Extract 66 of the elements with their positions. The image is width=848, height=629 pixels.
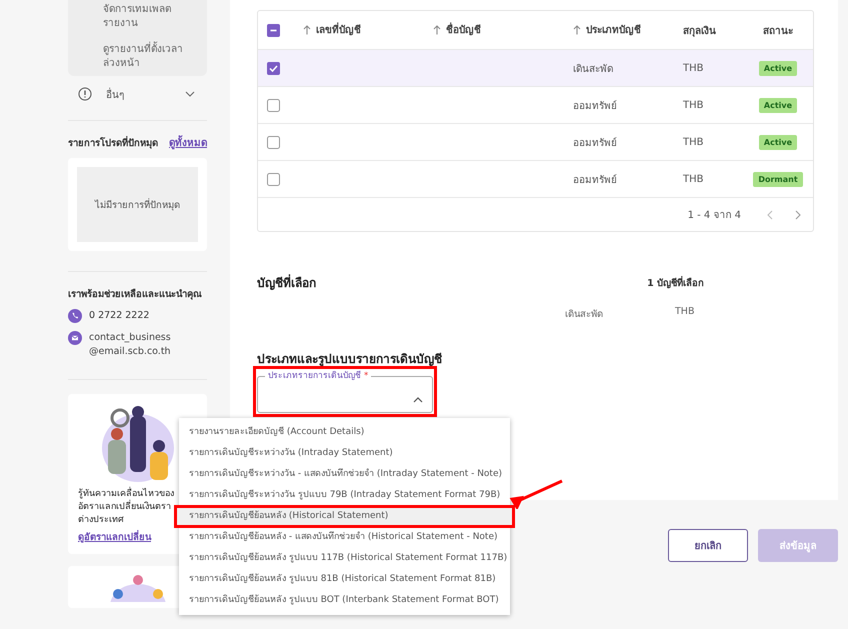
table-cell: THB — [683, 174, 704, 184]
chevron-left-icon — [767, 210, 773, 220]
dropdown-option[interactable]: รายการเดินบัญชีระหว่างวัน รูปแบบ 79B (Intraday Statement Format 79B) — [179, 485, 510, 506]
status-badge: Active — [758, 98, 798, 112]
table-row[interactable]: ออมทรัพย์ THB Active — [258, 87, 813, 124]
dropdown-option[interactable]: รายการเดินบัญชีย้อนหลัง รูปแบบ BOT (Interbank Statement Format BOT) — [179, 590, 510, 611]
menu-item[interactable]: จัดการเทมเพลตรายงาน — [103, 3, 188, 31]
status-badge: Active — [758, 134, 798, 150]
column-header[interactable]: เลขที่บัญชี — [303, 22, 361, 38]
dropdown-option[interactable]: รายการเดินบัญชีระหว่างวัน (Intraday Statement) — [179, 443, 510, 464]
dropdown-option[interactable]: รายการเดินบัญชีย้อนหลัง รูปแบบ 81B (Historical Statement Format 81B) — [179, 569, 510, 590]
pagination-text: 1 - 4 จาก 4 — [688, 209, 741, 222]
network-illustration — [108, 572, 168, 602]
chevron-up-icon — [413, 397, 423, 403]
table-cell-text: THB — [675, 306, 694, 319]
field-label: ประเภทรายการเดินบัญชี — [268, 370, 361, 382]
column-header: สกุลเงิน — [683, 24, 716, 38]
sort-arrow-icon — [573, 24, 581, 35]
empty-message: ไม่มีรายการที่ปักหมุด — [77, 167, 198, 242]
checkbox[interactable] — [267, 24, 280, 36]
chevron-right-icon — [795, 210, 801, 220]
phone-icon — [68, 309, 82, 323]
view-all-link[interactable]: ดูทั้งหมด — [169, 135, 207, 150]
table-cell: ออมทรัพย์ — [573, 138, 617, 148]
table-cell: THB — [683, 100, 704, 110]
table-cell: ออมทรัพย์ — [573, 100, 617, 112]
email-address[interactable]: contact_business@email.scb.co.th — [89, 331, 174, 359]
checkbox[interactable] — [267, 136, 280, 148]
dropdown-option[interactable]: รายการเดินบัญชีย้อนหลัง (Historical Statement) — [175, 506, 514, 527]
statement-type-dropdown[interactable]: ประเภทรายการเดินบัญชี * — [257, 370, 433, 413]
table-row[interactable]: เดินสะพัด THB Active — [258, 50, 813, 87]
checkbox[interactable] — [267, 98, 280, 112]
section-title: เราพร้อมช่วยเหลือและแนะนำคุณ — [68, 288, 203, 301]
table-cell: เดินสะพัด — [573, 64, 613, 74]
column-header: สถานะ — [763, 24, 793, 38]
table-cell-text: เดินสะพัด — [565, 308, 603, 321]
table-cell: ออมทรัพย์ — [573, 174, 617, 186]
required-mark: * — [364, 370, 368, 382]
section-title: รายการโปรดที่ปักหมุด — [68, 135, 158, 150]
exchange-rate-link[interactable]: ดูอัตราแลกเปลี่ยน — [78, 529, 151, 544]
dropdown-option[interactable]: รายการเดินบัญชีย้อนหลัง รูปแบบ 117B (Historical Statement Format 117B) — [179, 548, 510, 569]
status-badge: Dormant — [753, 172, 803, 186]
status-badge: Active — [758, 60, 798, 76]
dropdown-option[interactable]: รายการเดินบัญชีระหว่างวัน - แสดงบันทึกช่วยจำ (Intraday Statement - Note) — [179, 464, 510, 485]
promo-text: รู้ทันความเคลื่อนไหวของอัตราแลกเปลี่ยนเงินตราต่างประเทศ — [78, 488, 178, 527]
mail-icon — [68, 331, 82, 345]
table-cell: THB — [683, 62, 704, 74]
checkbox[interactable] — [267, 172, 280, 186]
table-row[interactable]: ออมทรัพย์ THB Active — [258, 124, 813, 161]
table-row[interactable]: ออมทรัพย์ THB Dormant — [258, 161, 813, 198]
checkbox[interactable] — [267, 62, 280, 74]
cancel-button[interactable]: ยกเลิก — [668, 529, 748, 562]
section-title: ประเภทและรูปแบบรายการเดินบัญชี — [257, 351, 443, 368]
info-icon — [78, 87, 92, 101]
column-header[interactable]: ประเภทบัญชี — [573, 22, 641, 38]
dropdown-option[interactable]: รายการเดินบัญชีย้อนหลัง - แสดงบันทึกช่วยจำ (Historical Statement - Note) — [179, 527, 510, 548]
phone-number[interactable]: 0 2722 2222 — [89, 309, 150, 323]
section-title: บัญชีที่เลือก — [257, 273, 316, 292]
sort-arrow-icon — [303, 24, 311, 35]
column-header[interactable]: ชื่อบัญชี — [433, 22, 481, 38]
sort-arrow-icon — [433, 24, 441, 35]
table-cell: THB — [683, 136, 704, 148]
menu-item[interactable]: ดูรายงานที่ตั้งเวลาล่วงหน้า — [103, 43, 188, 71]
dropdown-option[interactable]: รายงานรายละเอียดบัญชี (Account Details) — [179, 422, 510, 443]
menu-item[interactable]: อื่นๆ — [106, 86, 124, 102]
selected-count: 1 บัญชีที่เลือก — [647, 275, 704, 290]
